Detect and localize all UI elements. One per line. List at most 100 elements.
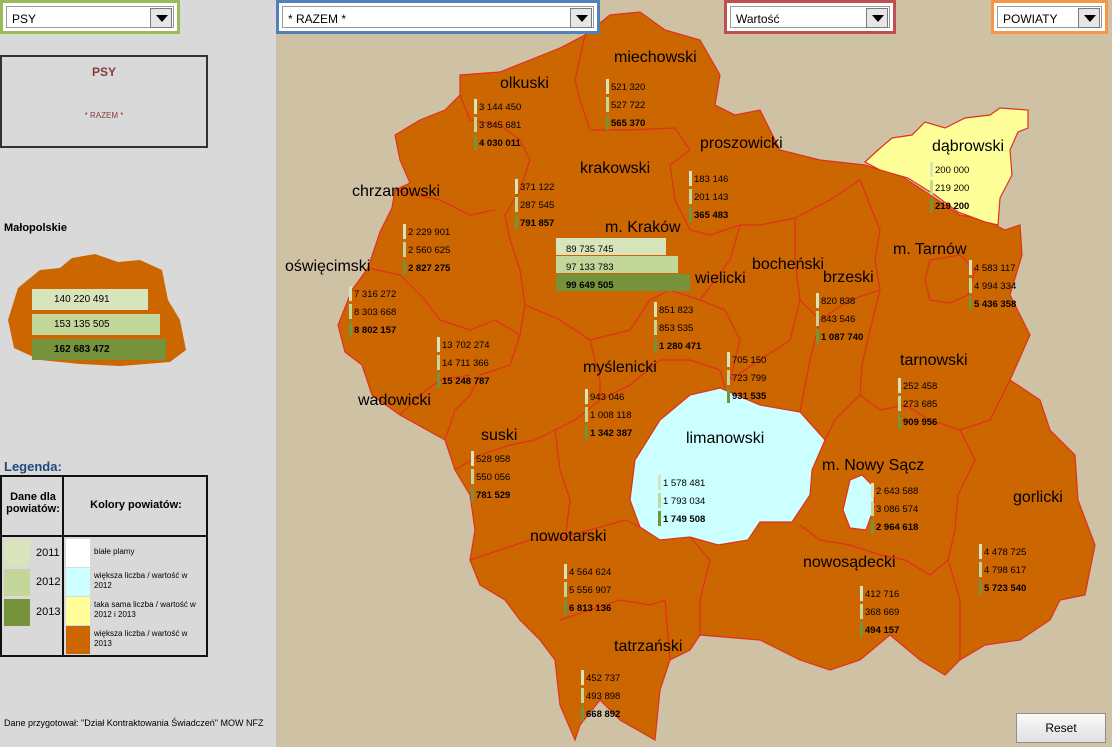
district-value-label: 528 958	[476, 454, 510, 465]
district-value-bar	[871, 519, 874, 534]
district-value-bar	[564, 600, 567, 615]
legend-swatch-2011	[4, 539, 30, 566]
reset-button[interactable]: Reset	[1016, 713, 1106, 743]
district-value-bar	[349, 322, 352, 337]
district-value-bar	[860, 586, 863, 601]
district-value-label: 5 556 907	[569, 585, 611, 596]
district-value-bar	[930, 162, 933, 177]
selection-region: * RAZEM *	[84, 111, 124, 120]
district-value-bar	[403, 242, 406, 257]
chevron-down-icon[interactable]	[1078, 8, 1100, 28]
region-bar-2013: 162 683 472	[32, 339, 166, 360]
district-value-label: 4 564 624	[569, 567, 611, 578]
district-value-bar	[979, 544, 982, 559]
district-value-label: 99 649 505	[566, 280, 614, 291]
region-dropdown[interactable]: * RAZEM *	[276, 0, 600, 34]
district-value-label: 2 560 625	[408, 245, 450, 256]
district-value-label: 368 669	[865, 607, 899, 618]
district-value-bar	[898, 396, 901, 411]
region-bar-2012: 153 135 505	[32, 314, 160, 335]
district-value-label: 97 133 783	[566, 262, 614, 273]
district-value-label: 2 229 901	[408, 227, 450, 238]
region-dropdown-value: * RAZEM *	[288, 12, 347, 26]
district-value-bar	[515, 197, 518, 212]
district-name-label: miechowski	[614, 49, 697, 66]
district-value-label: 909 956	[903, 417, 937, 428]
district-value-bar	[474, 117, 477, 132]
district-value-bar	[727, 352, 730, 367]
legend-label-white: białe plamy	[94, 547, 135, 556]
district-value-label: 668 892	[586, 709, 620, 720]
district-value-label: 219 200	[935, 183, 969, 194]
district-value-label: 494 157	[865, 625, 899, 636]
district-name-label: nowosądecki	[803, 554, 896, 571]
district-name-label: limanowski	[686, 430, 764, 447]
district-value-label: 183 146	[694, 174, 728, 185]
district-value-bar	[969, 296, 972, 311]
district-value-bar	[606, 115, 609, 130]
district-value-bar	[930, 198, 933, 213]
district-name-label: oświęcimski	[285, 258, 370, 275]
district-value-bar	[860, 622, 863, 637]
district-name-label: krakowski	[580, 160, 650, 177]
category-dropdown[interactable]: PSY	[0, 0, 180, 34]
district-value-label: 6 813 136	[569, 603, 611, 614]
district-value-label: 7 316 272	[354, 289, 396, 300]
district-value-label: 493 898	[586, 691, 620, 702]
district-value-bar	[816, 329, 819, 344]
district-value-bar	[979, 580, 982, 595]
district-value-label: 2 827 275	[408, 263, 451, 274]
district-value-label: 521 320	[611, 82, 645, 93]
district-value-label: 5 723 540	[984, 583, 1026, 594]
district-value-label: 931 535	[732, 391, 767, 402]
district-value-label: 1 793 034	[663, 496, 705, 507]
district-value-label: 791 857	[520, 218, 554, 229]
district-value-bar	[515, 179, 518, 194]
chevron-down-icon[interactable]	[150, 8, 172, 28]
legend-table: Dane dla powiatów: Kolory powiatów: 2011…	[0, 475, 208, 657]
district-value-bar	[474, 135, 477, 150]
district-value-bar	[898, 414, 901, 429]
legend-color-yellow	[66, 597, 90, 625]
district-name-label: bocheński	[752, 256, 824, 273]
district-name-label: suski	[481, 427, 517, 444]
district-value-label: 1 749 508	[663, 514, 705, 525]
district-value-bar	[471, 469, 474, 484]
legend-color-cyan	[66, 568, 90, 596]
district-value-bar	[581, 706, 584, 721]
district-value-label: 412 716	[865, 589, 899, 600]
district-value-bar	[606, 79, 609, 94]
district-name-label: olkuski	[500, 75, 549, 92]
level-dropdown[interactable]: POWIATY	[991, 0, 1108, 34]
legend-label-yellow: taka sama liczba / wartość w 2012 i 2013	[94, 600, 196, 619]
measure-dropdown[interactable]: Wartość	[724, 0, 896, 34]
district-value-bar	[969, 278, 972, 293]
district-value-label: 1 342 387	[590, 428, 632, 439]
district-value-label: 1 087 740	[821, 332, 863, 343]
legend-label-cyan: większa liczba / wartość w 2012	[94, 571, 188, 590]
district-value-label: 452 737	[586, 673, 620, 684]
legend-year-2011: 2011	[36, 547, 60, 559]
district-name-label: m. Tarnów	[893, 241, 967, 258]
district-name-label: wielicki	[694, 270, 746, 287]
chevron-down-icon[interactable]	[866, 8, 888, 28]
district-value-bar	[860, 604, 863, 619]
district-name-label: dąbrowski	[932, 138, 1004, 155]
district-value-bar	[437, 355, 440, 370]
district-value-label: 705 150	[732, 355, 766, 366]
legend-label-orange: większa liczba / wartość w 2013	[94, 629, 188, 648]
district-value-bar	[581, 688, 584, 703]
chevron-down-icon[interactable]	[570, 8, 592, 28]
district-value-label: 4 030 011	[479, 138, 521, 149]
map-area: miechowski 521 320 527 722 565 370 olkuski 3 …	[276, 0, 1112, 747]
legend-year-2013: 2013	[36, 606, 61, 618]
legend-swatch-2012	[4, 569, 30, 596]
district-name-label: m. Kraków	[605, 219, 681, 236]
level-dropdown-value: POWIATY	[1003, 12, 1058, 26]
district-value-bar	[654, 320, 657, 335]
district-value-bar	[403, 260, 406, 275]
district-value-label: 943 046	[590, 392, 624, 403]
district-name-label: nowotarski	[530, 528, 606, 545]
district-value-bar	[816, 293, 819, 308]
district-value-label: 820 838	[821, 296, 855, 307]
